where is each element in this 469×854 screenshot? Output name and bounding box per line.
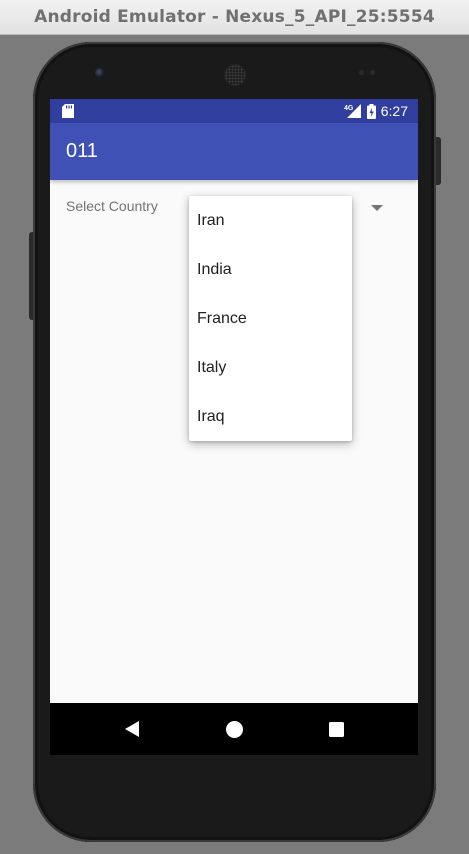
home-button[interactable] bbox=[204, 703, 264, 755]
main-content: Select Country Iran India France Italy I… bbox=[50, 180, 418, 703]
dropdown-option-iraq[interactable]: Iraq bbox=[189, 392, 352, 441]
navigation-bar bbox=[50, 703, 418, 755]
recents-icon bbox=[328, 721, 344, 737]
window-title: Android Emulator - Nexus_5_API_25:5554 bbox=[34, 7, 435, 27]
status-time: 6:27 bbox=[380, 103, 408, 119]
back-icon bbox=[125, 721, 139, 737]
home-icon bbox=[225, 720, 243, 738]
back-button[interactable] bbox=[102, 703, 162, 755]
signal-icon: 4G bbox=[344, 104, 361, 118]
dropdown-option-india[interactable]: India bbox=[189, 245, 352, 294]
recents-button[interactable] bbox=[306, 703, 366, 755]
earpiece-speaker bbox=[224, 64, 246, 86]
dropdown-arrow-icon[interactable] bbox=[371, 205, 383, 211]
emulator-title-bar[interactable]: Android Emulator - Nexus_5_API_25:5554 bbox=[0, 0, 469, 35]
status-bar: 4G 6:27 bbox=[50, 99, 418, 123]
volume-button[interactable] bbox=[29, 232, 33, 320]
battery-icon bbox=[366, 103, 376, 119]
dropdown-option-france[interactable]: France bbox=[189, 294, 352, 343]
front-camera bbox=[95, 68, 105, 78]
power-button[interactable] bbox=[436, 137, 441, 185]
dropdown-option-italy[interactable]: Italy bbox=[189, 343, 352, 392]
device-screen: 4G 6:27 011 Select Country Iran India Fr… bbox=[50, 99, 418, 755]
app-bar: 011 bbox=[50, 123, 418, 180]
proximity-sensors bbox=[359, 70, 377, 76]
dropdown-option-iran[interactable]: Iran bbox=[189, 196, 352, 245]
app-title: 011 bbox=[66, 140, 98, 162]
select-country-label: Select Country bbox=[66, 198, 158, 214]
network-type: 4G bbox=[344, 105, 354, 112]
sd-card-icon bbox=[62, 104, 74, 118]
country-dropdown-list: Iran India France Italy Iraq bbox=[189, 196, 352, 441]
